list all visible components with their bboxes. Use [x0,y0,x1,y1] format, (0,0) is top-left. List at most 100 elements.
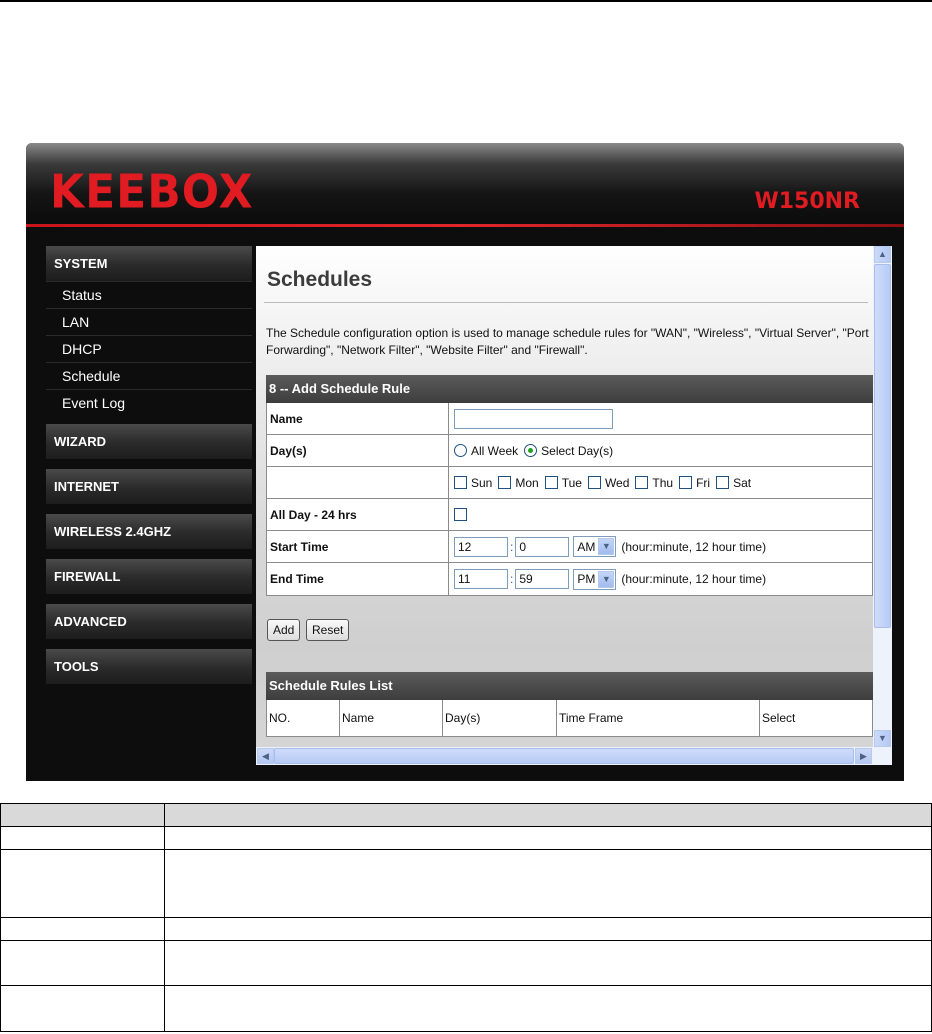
day-sun-label: Sun [471,475,493,490]
chevron-down-icon: ▼ [598,538,615,555]
nav-system[interactable]: SYSTEM [46,246,252,281]
day-fri-label: Fri [696,475,711,490]
day-sat[interactable]: Sat [716,476,751,490]
day-mon[interactable]: Mon [498,475,539,490]
content-frame: Schedules The Schedule configuration opt… [256,246,892,765]
end-time-row: End Time : PM ▼ (hour:minute, 12 hour ti… [267,563,872,595]
all-day-label: All Day - 24 hrs [267,499,449,530]
brand-logo: KEEBOX [50,165,254,220]
system-subitems: Status LAN DHCP Schedule Event Log [46,281,252,416]
end-ampm-value: PM [577,572,596,586]
start-minute-input[interactable] [515,536,570,557]
nav-item-dhcp[interactable]: DHCP [46,335,252,362]
day-thu-checkbox[interactable] [635,476,649,489]
document-table-row [0,826,932,850]
nav-wizard[interactable]: WIZARD [46,424,252,459]
day-sat-label: Sat [733,475,752,490]
nav-item-lan[interactable]: LAN [46,308,252,335]
document-table-row [0,940,932,986]
reset-button[interactable]: Reset [306,619,350,641]
days-row: Day(s) All Week Select Day(s) [267,435,872,467]
day-tue-checkbox[interactable] [544,476,558,489]
sidebar-nav: SYSTEM Status LAN DHCP Schedule Event Lo… [46,246,252,694]
day-sun[interactable]: Sun [454,476,492,490]
chevron-down-icon: ▼ [598,570,615,588]
end-hour-input[interactable] [454,569,508,589]
day-mon-label: Mon [515,475,539,490]
select-days-radio[interactable] [524,444,538,457]
start-ampm-select[interactable]: AM ▼ [573,536,617,557]
day-wed-checkbox[interactable] [587,476,601,489]
add-button[interactable]: Add [267,619,301,641]
day-fri[interactable]: Fri [679,476,710,490]
document-table-row [0,917,932,941]
select-days-option[interactable]: Select Day(s) [524,444,613,458]
days-label: Day(s) [267,435,449,466]
header-banner: KEEBOX W150NR [26,143,904,227]
schedule-rules-list: Schedule Rules List NO. Name Day(s) Time… [266,672,873,737]
day-sun-checkbox[interactable] [454,476,467,489]
document-table-row [0,985,932,1032]
scroll-right-icon[interactable]: ▶ [855,748,872,764]
add-rule-table: 8 -- Add Schedule Rule Name Day(s) All W… [266,375,873,596]
horizontal-scroll-thumb[interactable] [274,748,854,764]
banner-divider [26,224,904,227]
day-wed[interactable]: Wed [587,475,630,490]
scroll-down-icon[interactable]: ▼ [874,730,891,747]
end-time-label: End Time [267,563,449,595]
page-top-rule [0,0,932,2]
all-week-option[interactable]: All Week [454,444,518,458]
col-name: Name [340,700,443,736]
nav-firewall[interactable]: FIREWALL [46,559,252,594]
day-thu[interactable]: Thu [635,476,673,490]
scroll-up-icon[interactable]: ▲ [874,246,891,263]
nav-advanced[interactable]: ADVANCED [46,604,252,639]
day-mon-checkbox[interactable] [498,476,512,489]
weekday-row: Sun Mon Tue Wed Thu Fri Sat [267,467,872,499]
start-hour-input[interactable] [454,536,508,557]
day-tue[interactable]: Tue [544,475,582,490]
nav-item-status[interactable]: Status [46,281,252,308]
all-week-radio[interactable] [454,444,467,457]
start-time-row: Start Time : AM ▼ (hour:minute, 12 hour … [267,531,872,563]
col-days: Day(s) [443,700,557,736]
nav-item-schedule[interactable]: Schedule [46,362,252,389]
select-days-label: Select Day(s) [541,443,614,458]
end-minute-input[interactable] [515,569,570,589]
day-wed-label: Wed [604,475,630,490]
start-time-hint: (hour:minute, 12 hour time) [621,539,767,554]
name-row: Name [267,403,872,435]
all-week-label: All Week [471,443,519,458]
page-title: Schedules [267,268,373,291]
scroll-left-icon[interactable]: ◀ [257,748,274,764]
day-fri-checkbox[interactable] [679,476,693,489]
start-ampm-value: AM [577,539,596,554]
content-area: Schedules The Schedule configuration opt… [256,246,873,747]
name-label: Name [267,403,449,434]
nav-tools[interactable]: TOOLS [46,649,252,684]
document-table-row [0,849,932,918]
name-input[interactable] [454,408,613,429]
nav-item-event-log[interactable]: Event Log [46,389,252,416]
router-ui-window: KEEBOX W150NR SYSTEM Status LAN DHCP Sch… [26,143,904,781]
rules-list-header: Schedule Rules List [266,672,873,700]
col-select: Select [762,711,796,725]
weekday-label-empty [267,467,449,498]
add-rule-header: 8 -- Add Schedule Rule [266,375,873,403]
nav-internet[interactable]: INTERNET [46,469,252,504]
horizontal-scrollbar[interactable]: ◀ ▶ [256,747,873,765]
end-time-separator: : [510,572,514,586]
start-time-label: Start Time [267,531,449,562]
day-tue-label: Tue [561,475,582,490]
end-ampm-select[interactable]: PM ▼ [573,568,617,590]
page-description: The Schedule configuration option is use… [266,326,869,357]
nav-wireless[interactable]: WIRELESS 2.4GHZ [46,514,252,549]
document-table [0,803,932,1032]
start-time-separator: : [510,539,514,554]
vertical-scrollbar[interactable]: ▲ ▼ [873,246,892,747]
all-day-checkbox[interactable] [454,508,467,521]
scrollbar-corner [873,747,892,765]
col-time-frame: Time Frame [557,700,760,736]
day-sat-checkbox[interactable] [716,476,730,489]
vertical-scroll-thumb[interactable] [874,264,891,628]
